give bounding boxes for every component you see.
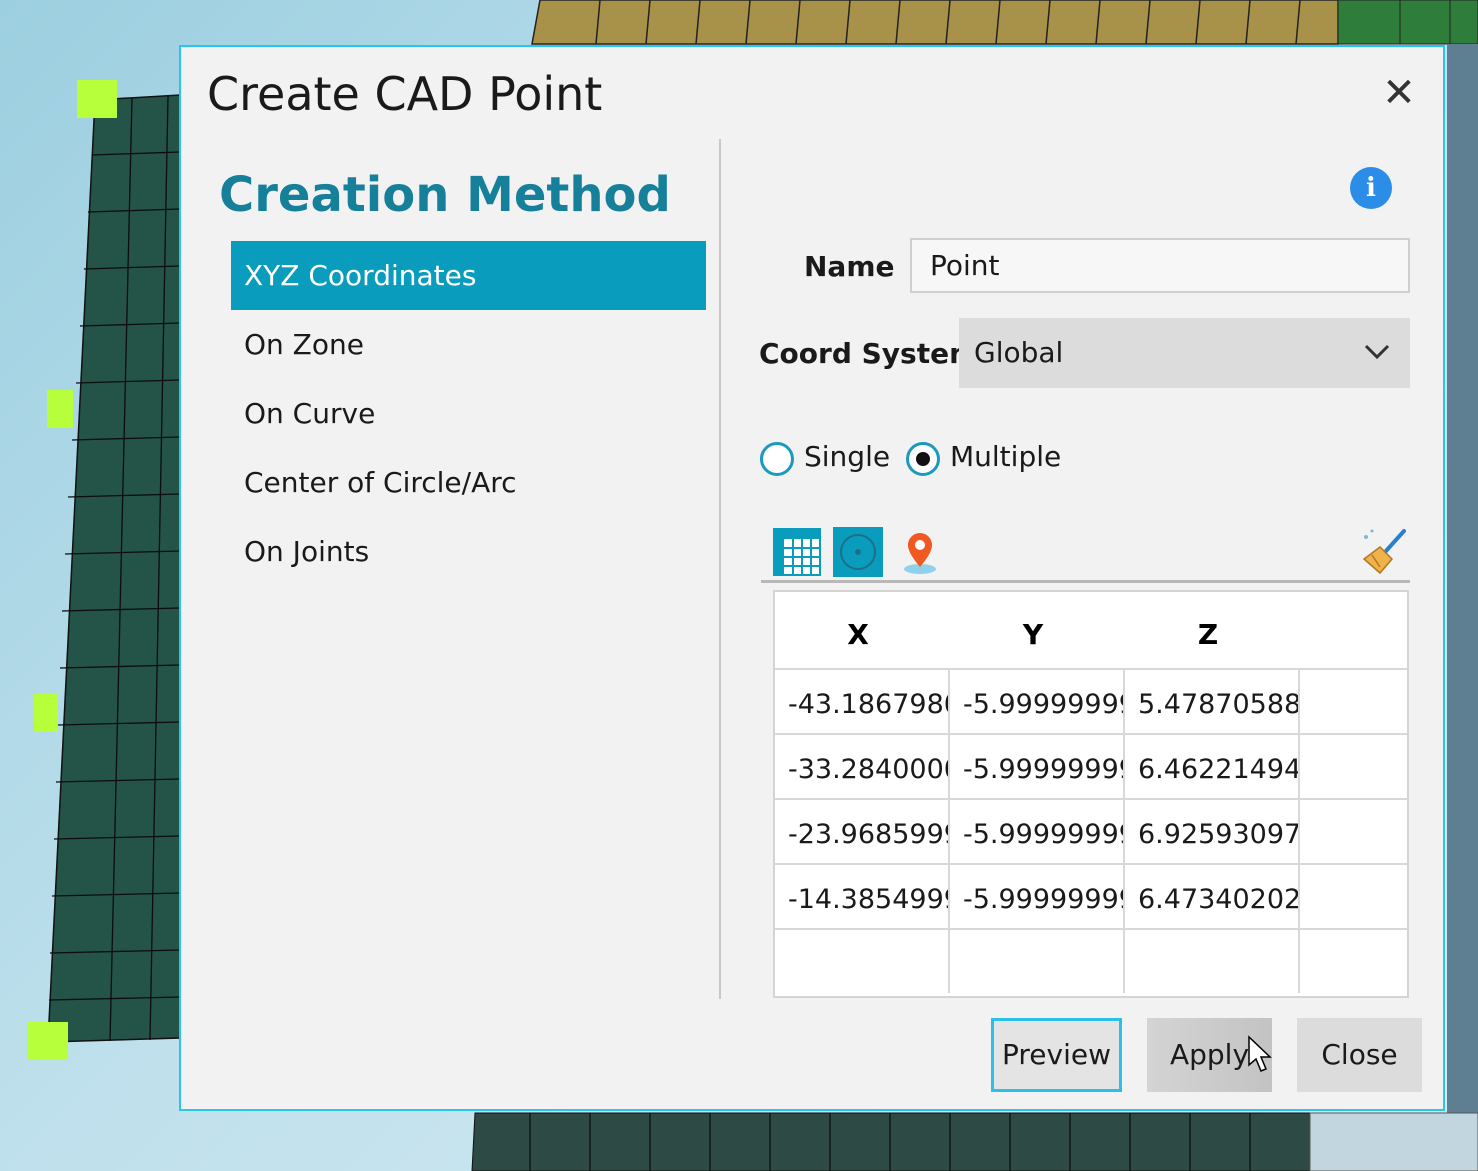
table-cell[interactable]: 6.47340202 bbox=[1125, 865, 1300, 928]
info-icon[interactable]: i bbox=[1350, 167, 1392, 209]
method-item-on-curve[interactable]: On Curve bbox=[231, 379, 706, 448]
creation-method-list: XYZ Coordinates On Zone On Curve Center … bbox=[231, 241, 706, 586]
table-cell[interactable]: -5.99999999 bbox=[950, 865, 1125, 928]
table-row: -43.1867980 -5.99999999 5.47870588 bbox=[775, 668, 1407, 735]
method-item-center-of-circle-arc[interactable]: Center of Circle/Arc bbox=[231, 448, 706, 517]
panel-divider bbox=[719, 139, 721, 999]
table-cell[interactable] bbox=[775, 930, 950, 993]
table-cell[interactable]: -5.99999999 bbox=[950, 800, 1125, 863]
close-button[interactable]: Close bbox=[1297, 1018, 1422, 1092]
mouse-cursor-icon bbox=[1248, 1035, 1272, 1072]
table-cell[interactable] bbox=[950, 930, 1125, 993]
radio-multiple-dot bbox=[916, 452, 930, 466]
coord-system-label: Coord System bbox=[759, 337, 979, 370]
toolbar-divider bbox=[761, 580, 1410, 583]
create-cad-point-dialog: Create CAD Point ✕ Creation Method XYZ C… bbox=[179, 45, 1445, 1111]
table-cell[interactable]: -14.3854999 bbox=[775, 865, 950, 928]
preview-button[interactable]: Preview bbox=[991, 1018, 1122, 1092]
table-cell[interactable]: -23.9685999 bbox=[775, 800, 950, 863]
radio-single[interactable]: Single bbox=[760, 440, 900, 480]
close-icon[interactable]: ✕ bbox=[1377, 71, 1421, 115]
circle-target-icon[interactable] bbox=[833, 527, 883, 577]
table-row: -33.2840000 -5.99999999 6.46221494 bbox=[775, 733, 1407, 800]
location-pin-icon[interactable] bbox=[895, 527, 945, 577]
chevron-down-icon bbox=[1364, 344, 1390, 360]
coordinates-table[interactable]: X Y Z -43.1867980 -5.99999999 5.47870588… bbox=[773, 590, 1409, 998]
table-row: -23.9685999 -5.99999999 6.92593097 bbox=[775, 798, 1407, 865]
column-header-x: X bbox=[847, 618, 869, 651]
coord-system-dropdown[interactable]: Global bbox=[959, 318, 1410, 388]
table-cell[interactable]: -5.99999999 bbox=[950, 670, 1125, 733]
table-grid-icon[interactable] bbox=[772, 527, 822, 577]
dialog-title: Create CAD Point bbox=[207, 67, 603, 121]
method-item-on-zone[interactable]: On Zone bbox=[231, 310, 706, 379]
table-cell[interactable]: 6.92593097 bbox=[1125, 800, 1300, 863]
table-cell[interactable]: 5.47870588 bbox=[1125, 670, 1300, 733]
table-cell[interactable]: -43.1867980 bbox=[775, 670, 950, 733]
name-label: Name bbox=[804, 250, 895, 283]
clear-broom-icon[interactable] bbox=[1358, 527, 1408, 577]
table-cell[interactable]: 6.46221494 bbox=[1125, 735, 1300, 798]
table-cell[interactable]: -33.2840000 bbox=[775, 735, 950, 798]
creation-method-heading: Creation Method bbox=[219, 167, 671, 223]
table-row: -14.3854999 -5.99999999 6.47340202 bbox=[775, 863, 1407, 930]
table-row bbox=[775, 928, 1407, 996]
radio-single-circle bbox=[760, 442, 794, 476]
radio-multiple-label: Multiple bbox=[950, 440, 1062, 473]
name-field[interactable]: Point bbox=[910, 238, 1410, 293]
radio-single-label: Single bbox=[804, 440, 891, 473]
table-cell[interactable]: -5.99999999 bbox=[950, 735, 1125, 798]
column-header-z: Z bbox=[1197, 618, 1219, 651]
method-item-on-joints[interactable]: On Joints bbox=[231, 517, 706, 586]
column-header-y: Y bbox=[1022, 618, 1044, 651]
radio-multiple[interactable]: Multiple bbox=[906, 440, 1076, 480]
coord-system-value: Global bbox=[974, 336, 1064, 369]
table-cell[interactable] bbox=[1125, 930, 1300, 993]
method-item-xyz-coordinates[interactable]: XYZ Coordinates bbox=[231, 241, 706, 310]
